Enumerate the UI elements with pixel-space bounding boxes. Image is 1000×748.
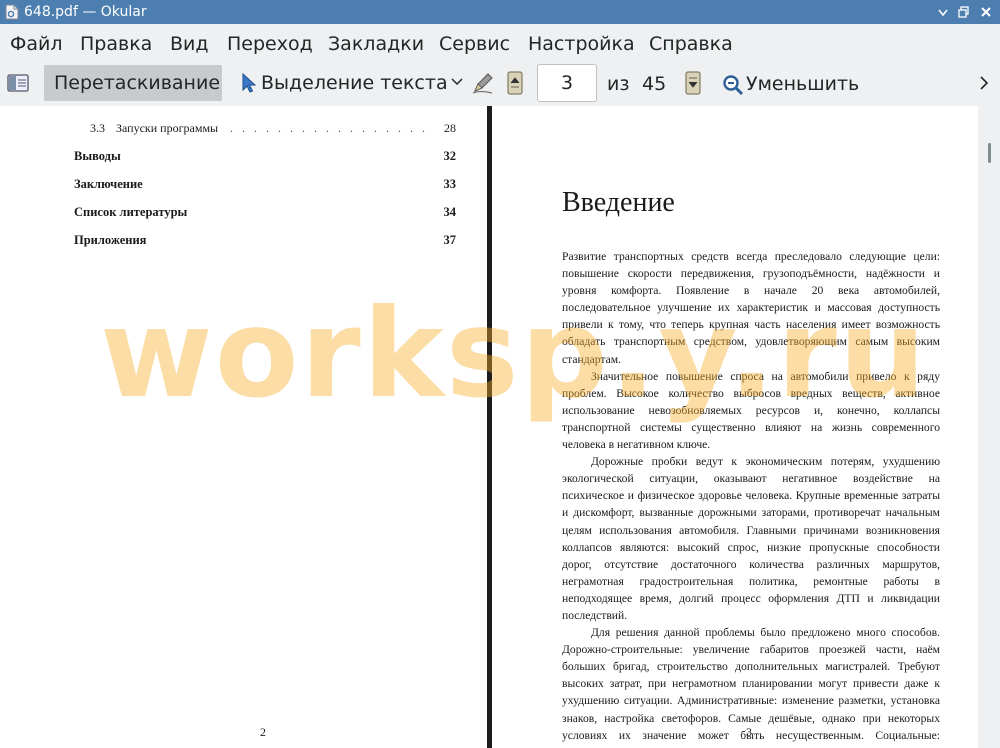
- sidebar-toggle-button[interactable]: [6, 71, 30, 95]
- page-number-input[interactable]: [537, 64, 597, 102]
- title-bar: 648.pdf — Okular: [0, 0, 1000, 24]
- toc-entry-title: Приложения: [74, 233, 147, 247]
- toolbar-overflow-button[interactable]: [976, 72, 992, 94]
- cursor-arrow-icon: [242, 73, 256, 93]
- annotation-pen-icon[interactable]: [470, 70, 496, 96]
- page-up-icon: [507, 71, 523, 95]
- page-number: 2: [260, 725, 266, 739]
- zoom-out-icon: [723, 75, 744, 96]
- okular-app-icon: [5, 4, 19, 20]
- window-title: 648.pdf — Okular: [24, 4, 147, 20]
- toc-entry-title: Запуски программы: [116, 121, 219, 135]
- next-page-button[interactable]: [685, 71, 701, 95]
- toc-entry-page: 34: [443, 205, 457, 219]
- menu-edit[interactable]: Правка: [80, 32, 152, 56]
- text-selection-tool-button[interactable]: Выделение текста: [236, 65, 466, 101]
- vertical-scrollbar[interactable]: [978, 106, 1000, 748]
- close-button[interactable]: [977, 3, 995, 21]
- paragraph: Дорожные пробки ведут к экономическим по…: [562, 455, 940, 622]
- text-selection-label: Выделение текста: [261, 72, 448, 94]
- page-of-label: из: [607, 73, 630, 95]
- menu-help[interactable]: Справка: [649, 32, 733, 56]
- page-down-icon: [685, 71, 701, 95]
- menu-bookmarks[interactable]: Закладки: [328, 32, 424, 56]
- toc-leader-dots: . . . . . . . . . . . . . . . . . . . . …: [230, 121, 434, 135]
- sidebar-panel-icon: [7, 74, 29, 92]
- page-number: 3: [746, 725, 752, 739]
- document-page-3: Введение Развитие транспортных средств в…: [492, 106, 978, 748]
- toc-entry-page: 37: [443, 233, 457, 247]
- previous-page-button[interactable]: [507, 71, 523, 95]
- browse-tool-button[interactable]: Перетаскивание: [44, 65, 222, 101]
- document-viewer[interactable]: 3.3 Запуски программы . . . . . . . . . …: [0, 106, 1000, 748]
- chevron-down-icon[interactable]: [451, 78, 463, 86]
- total-pages-label: 45: [642, 73, 667, 95]
- zoom-out-label: Уменьшить: [746, 73, 860, 95]
- paragraph: Значительное повышение спроса на автомоб…: [562, 369, 940, 452]
- toc-entry-page: 28: [444, 121, 456, 135]
- body-text: Развитие транспортных средств всегда пре…: [562, 248, 940, 748]
- toc-entry-number: 3.3: [90, 121, 105, 135]
- section-heading: Введение: [562, 187, 675, 218]
- toc-entry-page: 32: [443, 149, 457, 163]
- menu-go[interactable]: Переход: [227, 32, 313, 56]
- toc-entry-title: Выводы: [74, 149, 121, 163]
- toc-entry-title: Заключение: [74, 177, 143, 191]
- zoom-out-button[interactable]: Уменьшить: [718, 65, 878, 101]
- minimize-button[interactable]: [934, 3, 952, 21]
- browse-tool-label: Перетаскивание: [54, 72, 221, 94]
- menu-tools[interactable]: Сервис: [439, 32, 510, 56]
- maximize-button[interactable]: [955, 3, 973, 21]
- menu-file[interactable]: Файл: [10, 32, 63, 56]
- toc-entry-page: 33: [443, 177, 457, 191]
- paragraph: Развитие транспортных средств всегда пре…: [562, 250, 940, 366]
- menu-settings[interactable]: Настройка: [528, 32, 635, 56]
- toc-entry-title: Список литературы: [74, 205, 188, 219]
- menu-bar: Файл Правка Вид Переход Закладки Сервис …: [0, 24, 1000, 62]
- chevron-right-icon: [980, 76, 989, 90]
- scrollbar-handle[interactable]: [988, 143, 991, 163]
- menu-view[interactable]: Вид: [170, 32, 209, 56]
- document-page-2: 3.3 Запуски программы . . . . . . . . . …: [0, 106, 487, 748]
- main-toolbar: Перетаскивание Выделение текста из 45: [0, 62, 1000, 106]
